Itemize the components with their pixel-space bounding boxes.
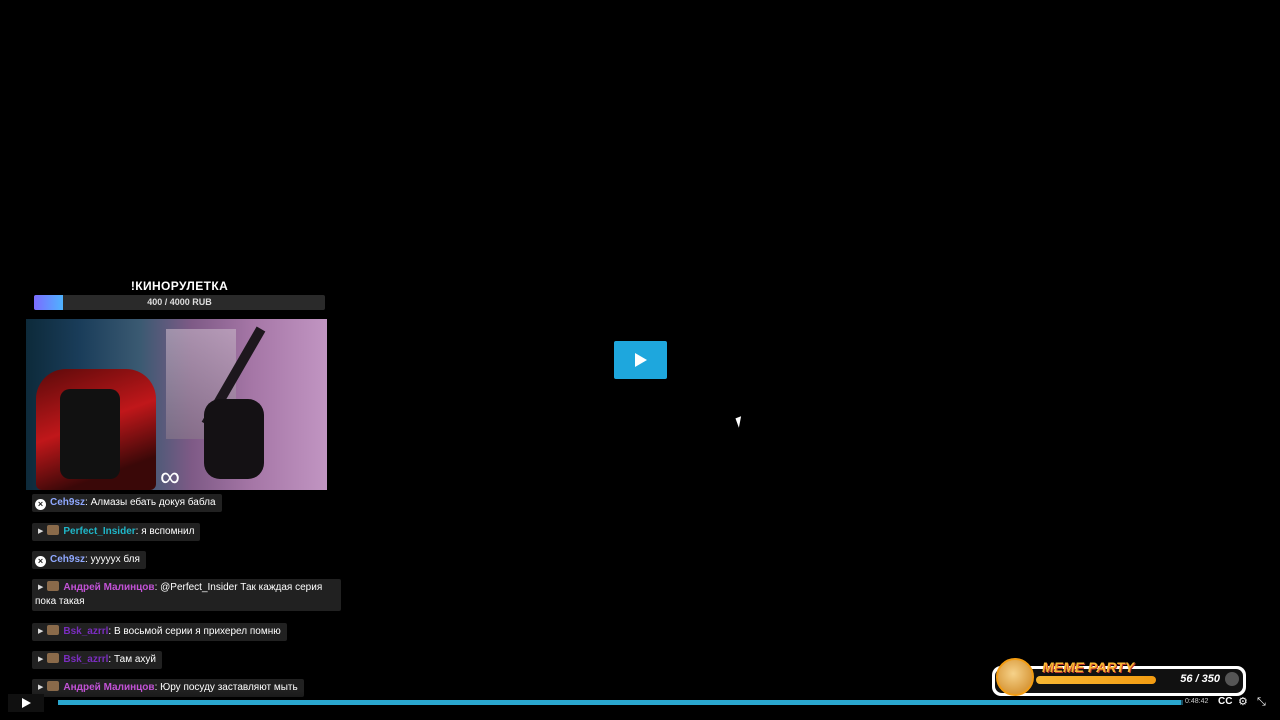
webcam-overlay: ∞ — [26, 319, 327, 490]
close-badge-icon: × — [35, 556, 46, 567]
play-badge-icon: ▶ — [38, 656, 44, 663]
meme-party-count: 56 / 350 — [1180, 673, 1220, 685]
chat-username: Bsk_azrrl — [63, 626, 109, 637]
play-icon — [21, 698, 31, 708]
center-play-button[interactable] — [614, 341, 667, 379]
chat-message: × Ceh9sz: ууууух бля — [32, 551, 146, 569]
gear-icon[interactable]: ⚙ — [1238, 696, 1248, 708]
goal-title: !КИНОРУЛЕТКА — [130, 279, 229, 293]
user-avatar — [47, 581, 60, 591]
chat-username: Perfect_Insider — [63, 526, 136, 537]
cc-button[interactable]: CC — [1218, 696, 1232, 708]
chat-text: я вспомнил — [141, 526, 195, 537]
seek-bar[interactable] — [58, 700, 1183, 705]
chat-message: ▶ Андрей Малинцов: @Perfect_Insider Так к… — [32, 579, 341, 611]
play-badge-icon: ▶ — [38, 628, 44, 635]
seek-bar-fill — [58, 700, 1181, 705]
chat-message: ▶ Bsk_azrrl: В восьмой серии я прихерел п… — [32, 623, 287, 641]
meme-party-widget: MEME PARTY 56 / 350 — [992, 658, 1246, 696]
meme-party-label: MEME PARTY — [1042, 659, 1135, 675]
chair-back — [60, 389, 120, 479]
user-avatar — [47, 525, 60, 535]
chat-username: Ceh9sz — [50, 554, 86, 565]
chat-text: В восьмой серии я прихерел помню — [113, 626, 281, 637]
chat-text: Алмазы ебать докуя бабла — [90, 497, 216, 508]
fullscreen-icon[interactable]: ⤡ — [1257, 696, 1266, 708]
meme-party-avatar — [1225, 672, 1239, 686]
goal-progress-bar: 400 / 4000 RUB — [34, 295, 325, 310]
meme-party-bar — [1036, 676, 1156, 684]
play-badge-icon: ▶ — [38, 584, 44, 591]
microphone — [204, 399, 264, 479]
chat-message: ▶ Bsk_azrrl: Там ахуй — [32, 651, 163, 669]
chat-username: Андрей Малинцов — [63, 582, 155, 593]
user-avatar — [47, 653, 60, 663]
play-button[interactable] — [8, 694, 44, 712]
close-badge-icon: × — [35, 499, 46, 510]
chat-message: × Ceh9sz: Алмазы ебать докуя бабла — [32, 494, 222, 512]
chat-username: Ceh9sz — [50, 497, 86, 508]
play-badge-icon: ▶ — [38, 528, 44, 535]
chat-text: ууууух бля — [90, 554, 140, 565]
mouse-cursor — [735, 416, 745, 428]
time-display: 0:48:42 — [1185, 698, 1209, 705]
chat-message: ▶ Perfect_Insider: я вспомнил — [32, 523, 201, 541]
infinity-icon: ∞ — [160, 461, 180, 491]
play-icon — [634, 353, 647, 367]
chat-text: Там ахуй — [113, 654, 157, 665]
doge-icon — [996, 658, 1034, 696]
user-avatar — [47, 625, 60, 635]
goal-progress-text: 400 / 4000 RUB — [147, 297, 212, 307]
chat-username: Bsk_azrrl — [63, 654, 109, 665]
